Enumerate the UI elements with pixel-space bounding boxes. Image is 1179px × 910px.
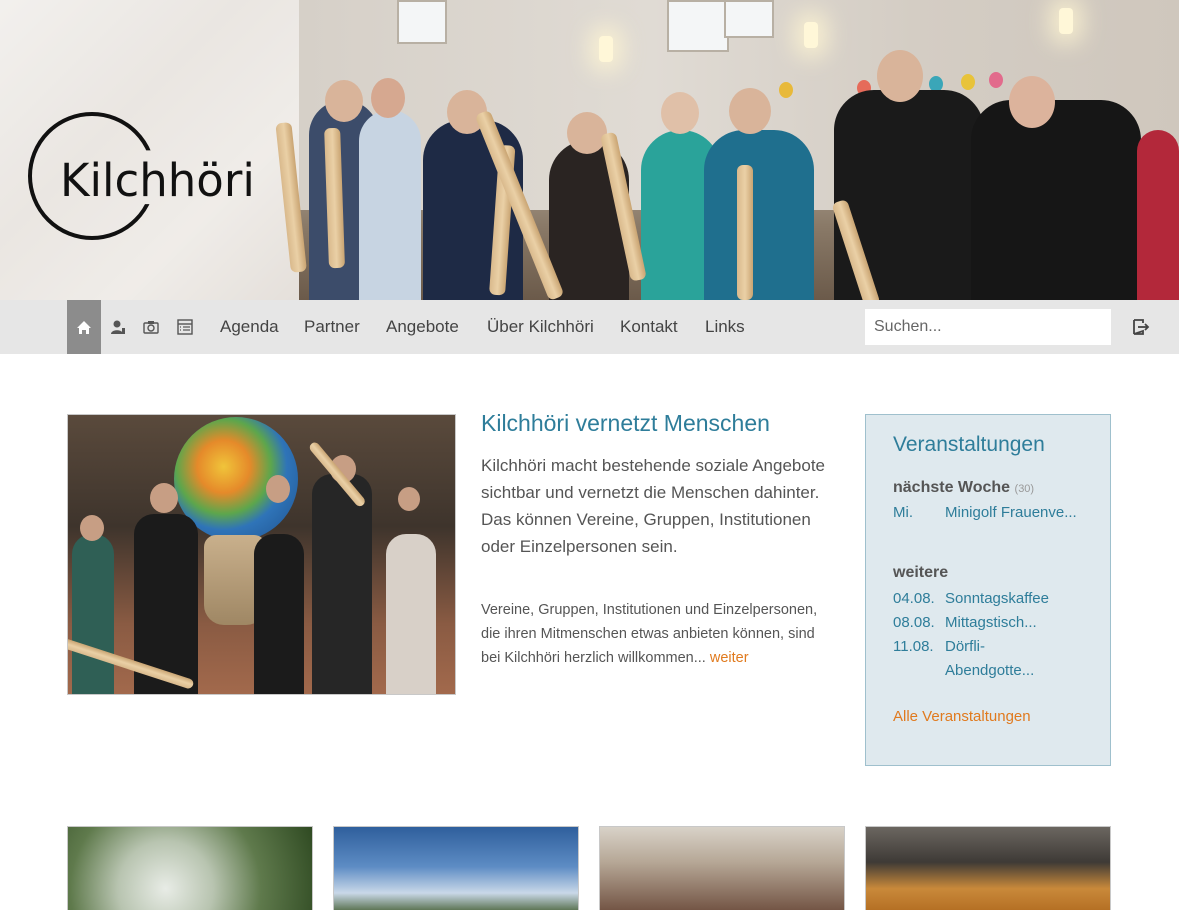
camera-icon[interactable] [143, 319, 159, 335]
tile-photo-lunch-table[interactable] [599, 826, 845, 910]
event-item[interactable]: Mi. Minigolf Frauenve... [893, 501, 1105, 549]
feature-body: Vereine, Gruppen, Institutionen und Einz… [481, 598, 831, 670]
events-box: Veranstaltungen nächste Woche (30) Mi. M… [865, 414, 1111, 766]
event-date: 11.08. [893, 638, 934, 655]
list-icon[interactable] [177, 319, 193, 335]
nav-link-ueber[interactable]: Über Kilchhöri [487, 317, 594, 337]
nav-link-angebote[interactable]: Angebote [386, 317, 459, 337]
all-events-link[interactable]: Alle Veranstaltungen [893, 708, 1031, 725]
feature-title: Kilchhöri vernetzt Menschen [481, 410, 770, 436]
events-section-label: weitere [893, 564, 949, 581]
events-count: (30) [1014, 483, 1035, 495]
events-section-label: nächste Woche [893, 479, 1011, 496]
feature-photo[interactable] [67, 414, 456, 695]
event-item[interactable]: 11.08. Dörfli-Abendgotte... [893, 635, 1105, 683]
events-section-further: weitere [893, 564, 948, 582]
kilchhoeri-logo[interactable]: Kilchhöri [28, 112, 278, 242]
tile-photo-spiderweb[interactable] [67, 826, 313, 910]
event-date: Mi. [893, 504, 913, 521]
nav-link-partner[interactable]: Partner [304, 317, 360, 337]
main-navigation: Agenda Partner Angebote Über Kilchhöri K… [0, 300, 1179, 354]
logout-icon[interactable] [1132, 318, 1150, 336]
event-name[interactable]: Mittagstisch... [945, 611, 1105, 635]
feature-body-text: Vereine, Gruppen, Institutionen und Einz… [481, 602, 818, 666]
event-date: 08.08. [893, 614, 935, 631]
event-name[interactable]: Sonntagskaffee [945, 587, 1105, 611]
person-icon[interactable] [110, 319, 126, 335]
event-item[interactable]: 04.08. Sonntagskaffee [893, 587, 1105, 611]
header-banner: Kilchhöri [0, 0, 1179, 300]
events-section-next-week: nächste Woche (30) [893, 479, 1034, 497]
nav-link-links[interactable]: Links [705, 317, 745, 337]
nav-home-button[interactable] [67, 300, 101, 354]
nav-link-agenda[interactable]: Agenda [220, 317, 279, 337]
nav-link-kontakt[interactable]: Kontakt [620, 317, 678, 337]
event-date: 04.08. [893, 590, 935, 607]
tile-photo-bread-oven[interactable] [865, 826, 1111, 910]
tile-photo-church[interactable] [333, 826, 579, 910]
feature-more-link[interactable]: weiter [710, 650, 749, 666]
banner-photo [275, 0, 1179, 300]
home-icon [77, 320, 91, 334]
events-title: Veranstaltungen [893, 433, 1045, 456]
logo-text: Kilchhöri [60, 154, 255, 207]
event-name[interactable]: Dörfli-Abendgotte... [945, 635, 1055, 683]
event-item[interactable]: 08.08. Mittagstisch... [893, 611, 1105, 635]
search-input[interactable] [865, 309, 1111, 345]
feature-lead: Kilchhöri macht bestehende soziale Angeb… [481, 456, 826, 556]
event-name[interactable]: Minigolf Frauenve... [945, 501, 1105, 525]
